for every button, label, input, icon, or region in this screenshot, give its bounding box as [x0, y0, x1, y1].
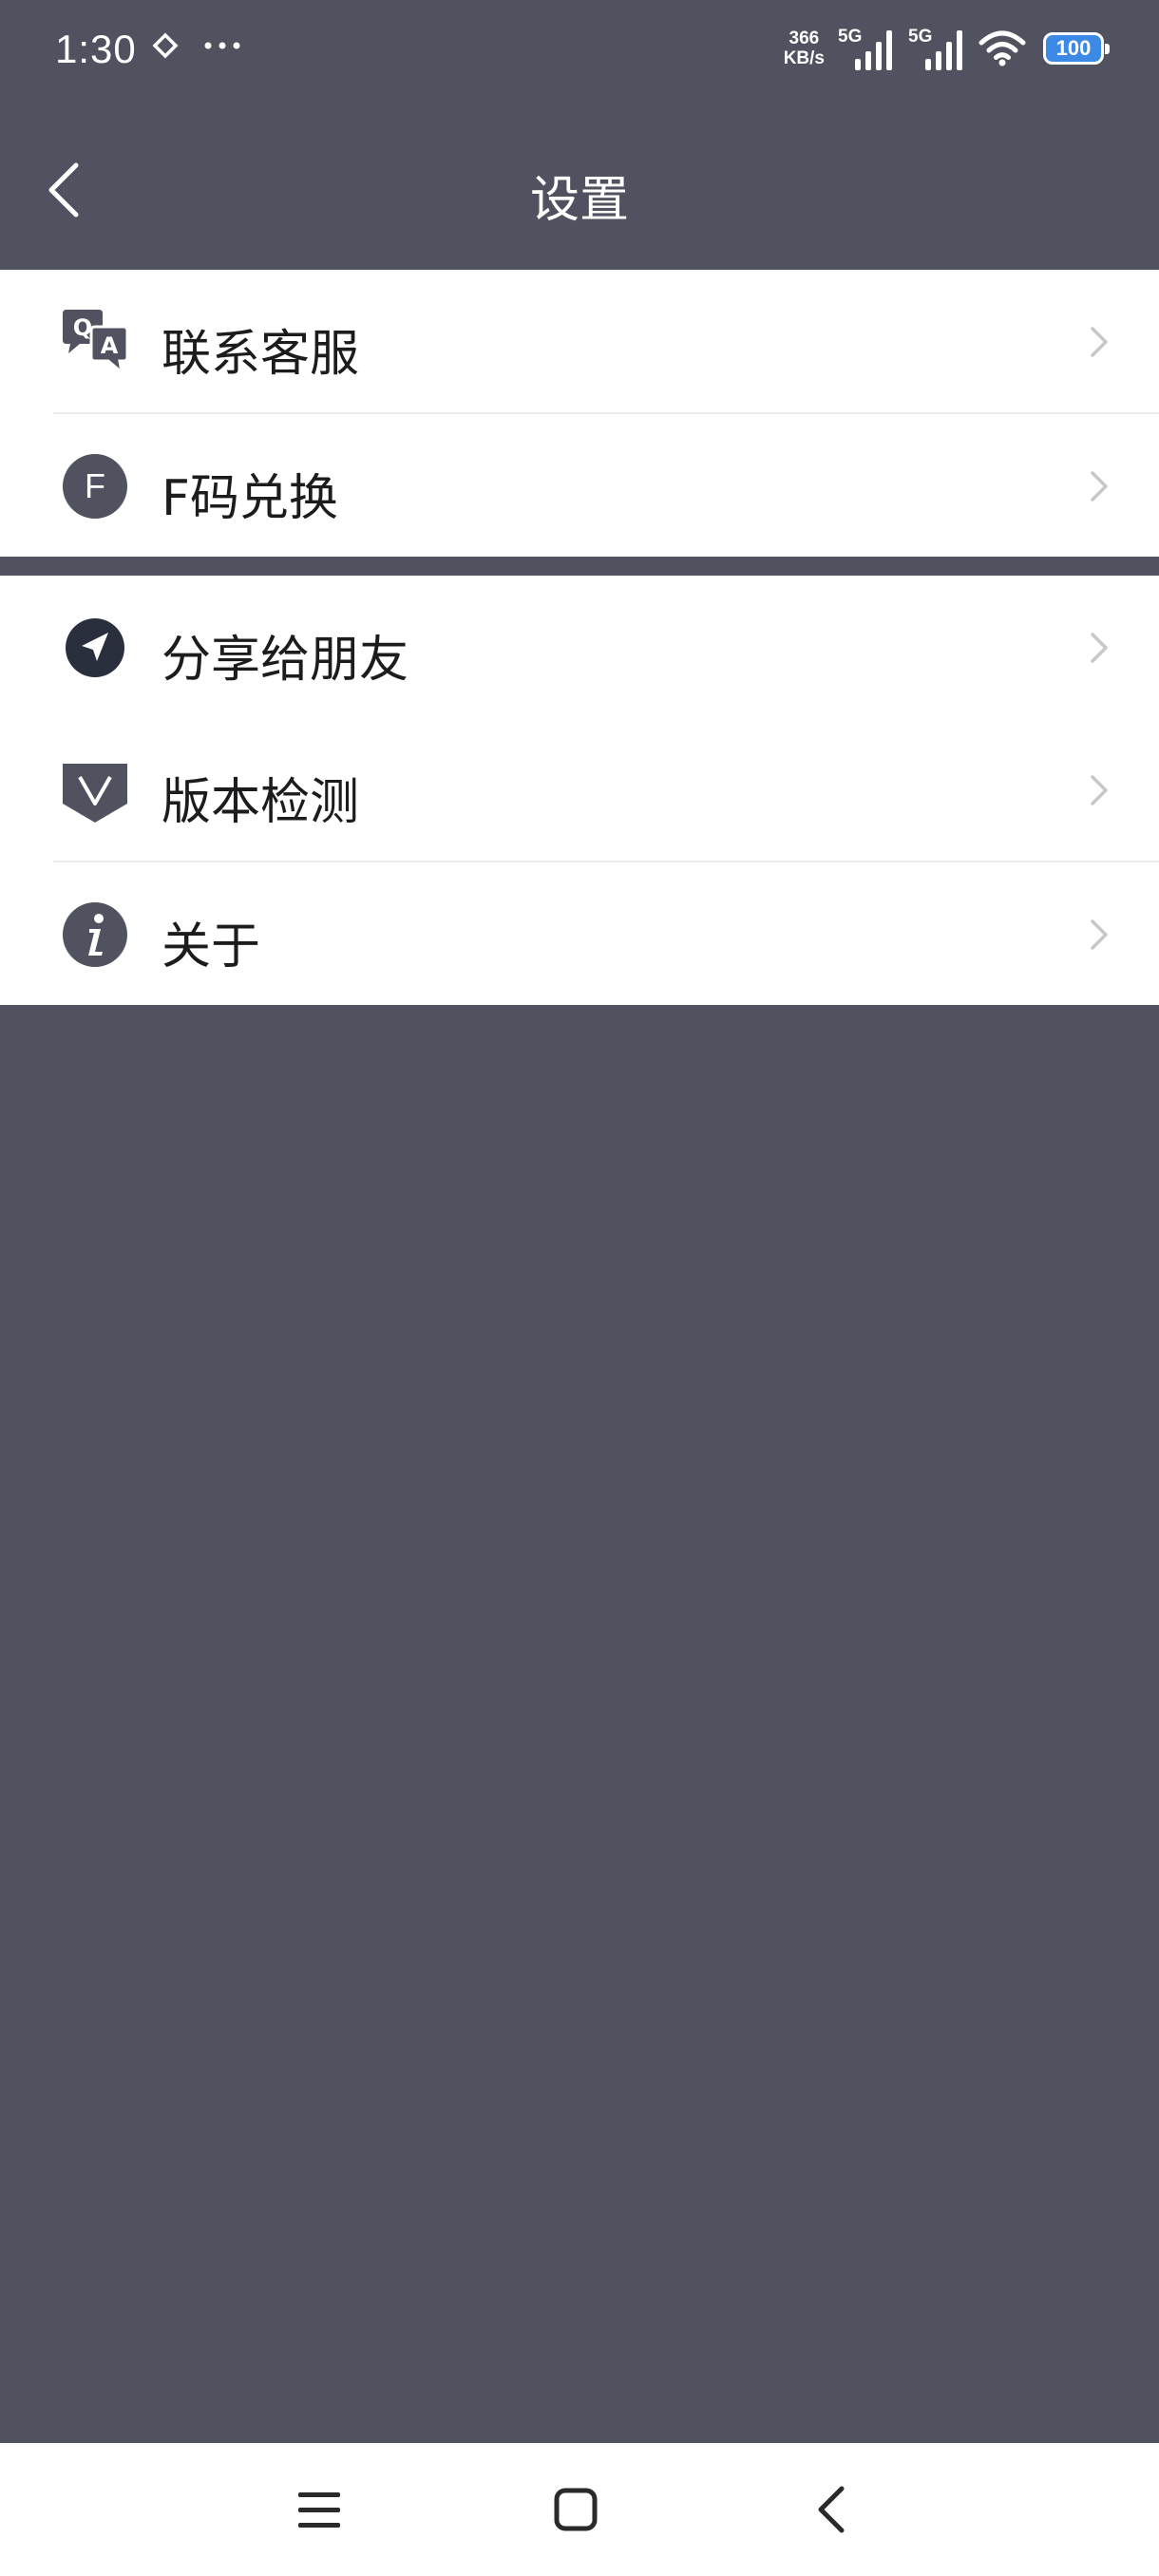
signal-sim1: 5G	[838, 25, 895, 72]
page-title: 设置	[529, 172, 629, 229]
share-arrow-icon	[66, 618, 124, 677]
more-dots-icon	[204, 42, 240, 49]
app-header: 设置	[0, 104, 1159, 270]
row-label: 分享给朋友	[162, 632, 409, 689]
info-icon	[63, 902, 127, 967]
chevron-right-icon	[1091, 633, 1108, 663]
network-speed-unit: KB/s	[783, 48, 825, 68]
diamond-notification-icon	[152, 32, 179, 59]
status-time: 1:30	[55, 27, 137, 71]
signal-bars-icon	[855, 30, 892, 70]
menu-icon	[298, 2492, 340, 2528]
system-back-button[interactable]	[794, 2472, 870, 2548]
version-v-icon	[63, 764, 127, 823]
qa-chat-icon: Q A	[63, 310, 129, 376]
battery-indicator: 100	[1043, 32, 1110, 65]
row-version-check[interactable]: 版本检测	[0, 718, 1159, 861]
status-right-group: 366 KB/s 5G 5G 100	[784, 25, 1110, 72]
chevron-right-icon	[1091, 327, 1108, 357]
wifi-icon	[978, 30, 1026, 66]
row-label: 版本检测	[162, 774, 360, 831]
battery-level: 100	[1055, 36, 1092, 60]
status-notification-icons	[152, 32, 241, 59]
row-label: F码兑换	[162, 470, 338, 527]
home-square-icon	[554, 2488, 598, 2531]
recent-apps-button[interactable]	[281, 2472, 357, 2548]
home-button[interactable]	[538, 2472, 614, 2548]
row-about[interactable]: 关于	[0, 862, 1159, 1005]
network-speed-value: 366	[788, 28, 820, 48]
settings-section-2: 分享给朋友 版本检测 关于	[0, 576, 1159, 1005]
chevron-right-icon	[1091, 919, 1108, 950]
system-nav-bar	[0, 2443, 1159, 2576]
signal-sim2: 5G	[908, 25, 965, 72]
settings-section-1: Q A 联系客服 F F码兑换	[0, 270, 1159, 557]
row-label: 联系客服	[162, 326, 360, 383]
back-triangle-icon	[818, 2486, 845, 2533]
f-code-icon: F	[63, 454, 127, 519]
row-f-code-redeem[interactable]: F F码兑换	[0, 414, 1159, 557]
network-speed: 366 KB/s	[784, 28, 825, 68]
chevron-right-icon	[1091, 775, 1108, 805]
row-label: 关于	[162, 919, 261, 975]
svg-text:Q: Q	[73, 314, 92, 341]
row-contact-support[interactable]: Q A 联系客服	[0, 270, 1159, 412]
signal-bars-icon	[925, 30, 962, 70]
chevron-right-icon	[1091, 471, 1108, 502]
status-bar: 1:30 366 KB/s 5G 5G 100	[0, 0, 1159, 104]
svg-text:A: A	[101, 332, 119, 359]
svg-text:F: F	[85, 466, 105, 505]
row-share-friends[interactable]: 分享给朋友	[0, 576, 1159, 718]
